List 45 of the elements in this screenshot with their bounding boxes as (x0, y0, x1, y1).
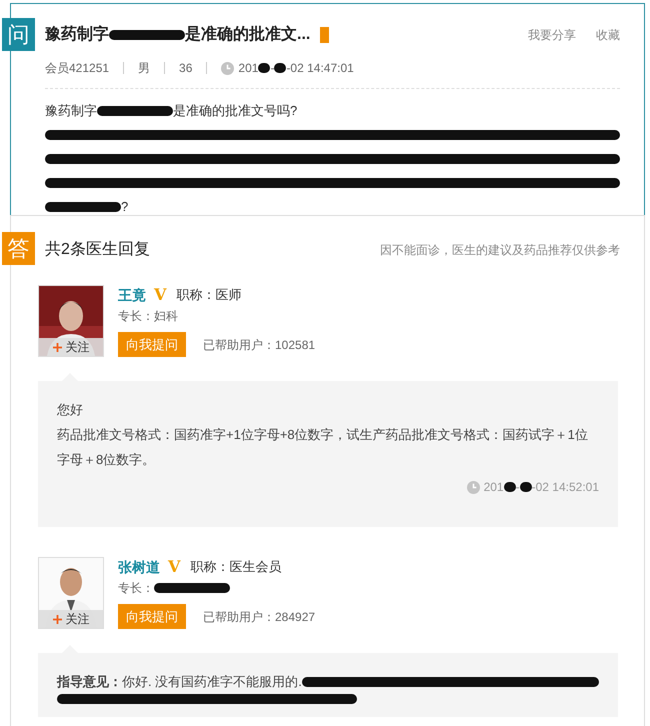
post-time: - (270, 60, 274, 77)
title-marker (320, 27, 330, 43)
doctor-title: 职称：医师 (176, 286, 242, 304)
specialty-text: 专长：妇科 (118, 308, 178, 325)
reply-time: -02 14:52:01 (532, 479, 599, 496)
helped-count: 已帮助用户：284927 (203, 608, 316, 626)
doctor-title: 职称：医生会员 (190, 558, 282, 576)
question-title: 是准确的批准文... (185, 24, 310, 45)
label-text: 指导意见： (57, 673, 122, 691)
meta-text: 会员421251 (45, 60, 110, 77)
verified-mark: V (168, 556, 180, 578)
clock-icon (221, 62, 234, 74)
action-link[interactable]: 收藏 (596, 26, 620, 44)
clock-icon (466, 480, 480, 494)
meta-text: 男 (138, 60, 150, 77)
section-badge: 答 (2, 232, 35, 265)
question-text: ? (121, 198, 128, 216)
verified-mark: V (154, 284, 166, 306)
post-time: -02 14:47:01 (286, 60, 354, 77)
answers-heading: 共2条医生回复 (45, 240, 150, 260)
section-badge: 问 (2, 18, 35, 51)
reply-text: 你好. 没有国药准字不能服用的. (122, 673, 302, 691)
reply-text: 药品批准文号格式：国药准字+1位字母+8位数字，试生产药品批准文号格式：国药试字＋1位字母＋8位数字。 (57, 426, 589, 469)
reply-time: - (516, 479, 520, 496)
question-text: 是准确的批准文号吗? (173, 102, 298, 120)
follow-button[interactable]: 关注 (39, 610, 103, 628)
helped-count: 已帮助用户：102581 (203, 336, 316, 354)
disclaimer-text: 因不能面诊，医生的建议及药品推荐仅供参考 (380, 242, 620, 259)
doctor-name[interactable]: 张树道 (118, 556, 160, 578)
plus-icon (52, 614, 62, 624)
ask-button[interactable]: 向我提问 (118, 604, 186, 629)
reply-time: 201 (484, 479, 504, 496)
redaction-mark (504, 482, 516, 492)
specialty-text: 专长： (118, 580, 154, 597)
doctor-name[interactable]: 王竟 (118, 284, 146, 306)
post-time: 201 (238, 60, 258, 77)
ask-button[interactable]: 向我提问 (118, 332, 186, 357)
plus-icon (52, 342, 62, 352)
action-link[interactable]: 我要分享 (528, 26, 576, 44)
question-text: 豫药制字 (45, 102, 97, 120)
reply-text: 您好 (57, 401, 83, 419)
follow-button[interactable]: 关注 (39, 338, 103, 356)
question-title: 豫药制字 (45, 24, 109, 45)
redaction-mark (520, 482, 532, 492)
meta-text: 36 (179, 60, 192, 77)
